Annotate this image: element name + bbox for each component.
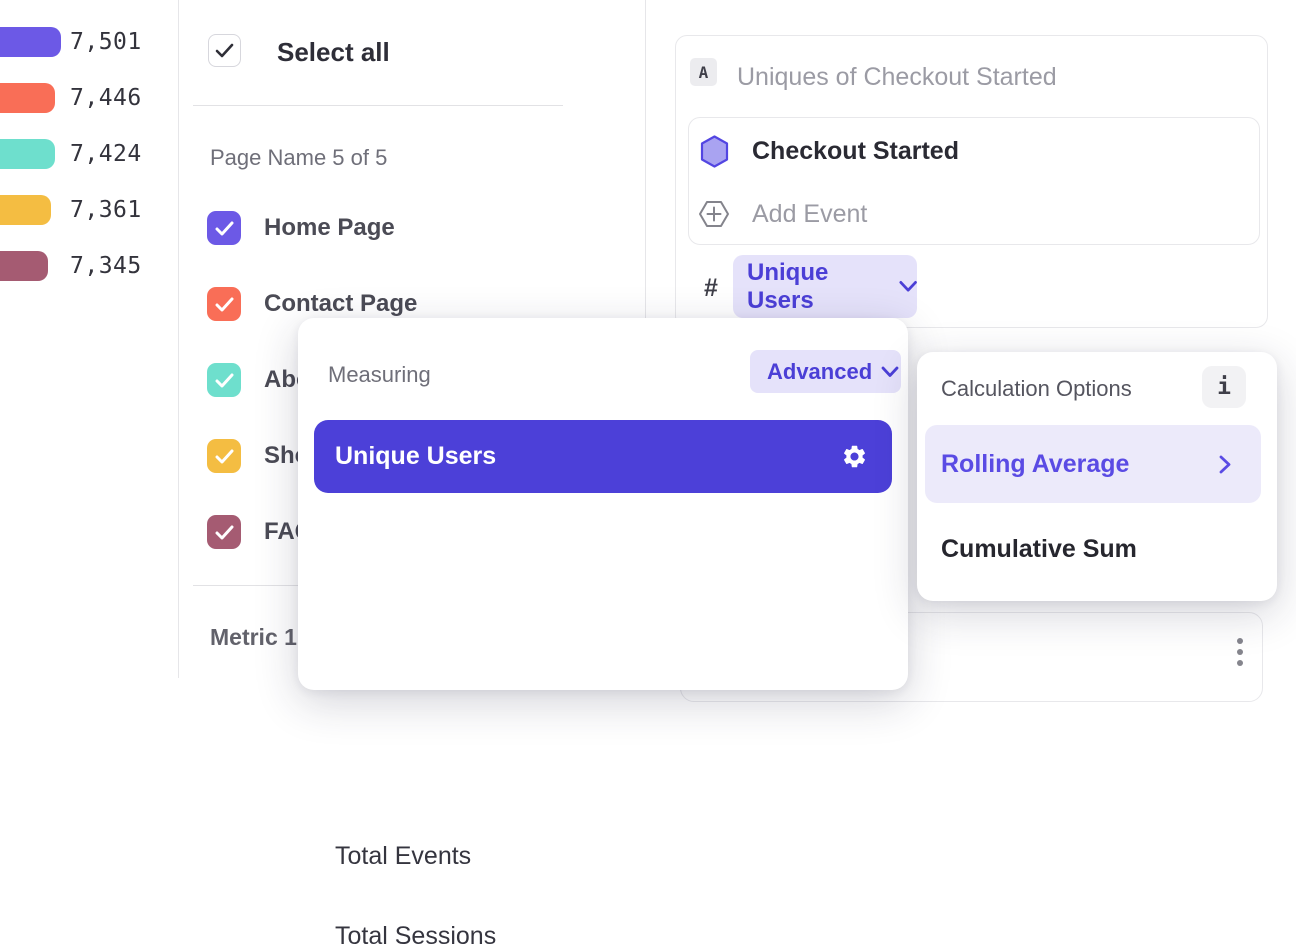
- menu-option-total-sessions[interactable]: Total Sessions: [335, 922, 496, 951]
- legend-bar: [0, 27, 61, 57]
- list-item-label: Home Page: [264, 211, 395, 245]
- calculation-options-menu: Calculation Options i Rolling Average Cu…: [917, 352, 1277, 601]
- legend-bar: [0, 83, 55, 113]
- legend-value: 7,446: [70, 83, 142, 113]
- checkmark-icon: [215, 373, 234, 388]
- advanced-dropdown[interactable]: Advanced: [750, 350, 901, 393]
- add-event-icon[interactable]: [698, 198, 730, 230]
- legend-bar: [0, 139, 55, 169]
- gear-icon[interactable]: [841, 443, 868, 470]
- menu-option-cumulative-sum[interactable]: Cumulative Sum: [941, 535, 1137, 564]
- menu-option-total-events[interactable]: Total Events: [335, 842, 471, 871]
- select-all-checkbox[interactable]: [208, 34, 241, 67]
- select-all-label: Select all: [277, 36, 390, 69]
- series-badge: A: [690, 58, 717, 86]
- info-icon[interactable]: i: [1202, 366, 1246, 408]
- legend-bar: [0, 195, 51, 225]
- event-hexagon-icon: [700, 135, 729, 168]
- measuring-title: Measuring: [328, 362, 431, 388]
- checkmark-icon: [215, 297, 234, 312]
- kebab-menu-icon[interactable]: [1237, 638, 1243, 666]
- number-symbol: #: [704, 274, 718, 303]
- menu-option-label: Unique Users: [335, 442, 841, 471]
- calculation-options-title: Calculation Options: [941, 376, 1132, 402]
- chevron-right-icon: [1219, 455, 1231, 474]
- divider: [193, 105, 563, 106]
- metric-footer-label: Metric 1: [210, 624, 297, 651]
- legend-bar: [0, 251, 48, 281]
- menu-option-rolling-average[interactable]: Rolling Average: [925, 425, 1261, 503]
- checkmark-icon: [215, 525, 234, 540]
- metric-dropdown-label: Unique Users: [747, 259, 889, 315]
- checkbox-about-page[interactable]: [207, 363, 241, 397]
- group-label: Page Name 5 of 5: [210, 145, 387, 171]
- event-name[interactable]: Checkout Started: [752, 137, 959, 165]
- menu-option-label: Rolling Average: [941, 450, 1219, 479]
- legend-value: 7,361: [70, 195, 142, 225]
- checkmark-icon: [215, 43, 234, 58]
- advanced-dropdown-label: Advanced: [767, 359, 872, 385]
- measuring-menu: Measuring Advanced Unique Users Total Ev…: [298, 318, 908, 690]
- series-name-input[interactable]: Uniques of Checkout Started: [737, 63, 1057, 91]
- list-item-label: Contact Page: [264, 287, 417, 321]
- legend-value: 7,501: [70, 27, 142, 57]
- checkbox-faq-page[interactable]: [207, 515, 241, 549]
- legend-value: 7,424: [70, 139, 142, 169]
- chevron-down-icon: [899, 280, 917, 293]
- chevron-down-icon: [881, 366, 899, 378]
- checkbox-home-page[interactable]: [207, 211, 241, 245]
- metric-dropdown[interactable]: Unique Users: [733, 255, 917, 318]
- menu-option-unique-users[interactable]: Unique Users: [314, 420, 892, 493]
- checkmark-icon: [215, 221, 234, 236]
- add-event-label[interactable]: Add Event: [752, 200, 867, 228]
- legend-value: 7,345: [70, 251, 142, 281]
- checkbox-shop-page[interactable]: [207, 439, 241, 473]
- checkmark-icon: [215, 449, 234, 464]
- column-divider: [178, 0, 179, 678]
- checkbox-contact-page[interactable]: [207, 287, 241, 321]
